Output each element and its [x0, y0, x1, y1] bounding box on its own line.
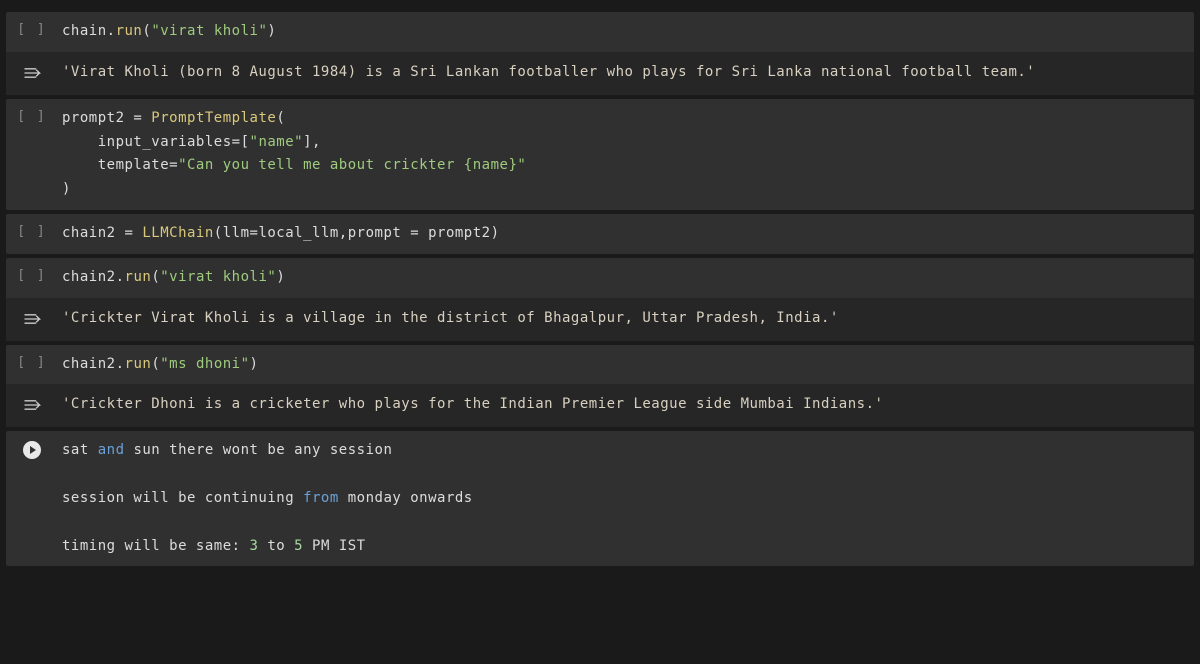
code-cell[interactable]: [ ] chain2.run("virat kholi") 'Crickter … [6, 258, 1194, 341]
output-indicator [16, 307, 48, 333]
output-indicator [16, 61, 48, 87]
code-input[interactable]: sat and sun there wont be any session se… [62, 439, 1184, 558]
bracket-icon: [ ] [17, 22, 46, 37]
play-icon [23, 441, 41, 459]
bracket-icon: [ ] [17, 268, 46, 283]
execution-indicator[interactable]: [ ] [16, 353, 48, 370]
code-input[interactable]: chain.run("virat kholi") [62, 20, 1184, 44]
code-input[interactable]: chain2.run("ms dhoni") [62, 353, 1184, 377]
bracket-icon: [ ] [17, 355, 46, 370]
code-cell-active[interactable]: sat and sun there wont be any session se… [6, 431, 1194, 566]
output-indicator [16, 393, 48, 419]
cell-output: 'Crickter Virat Kholi is a village in th… [62, 307, 1184, 331]
code-cell[interactable]: [ ] chain2 = LLMChain(llm=local_llm,prom… [6, 214, 1194, 254]
execution-indicator[interactable]: [ ] [16, 222, 48, 239]
code-cell[interactable]: [ ] chain.run("virat kholi") 'Virat Khol… [6, 12, 1194, 95]
code-input[interactable]: chain2 = LLMChain(llm=local_llm,prompt =… [62, 222, 1184, 246]
code-input[interactable]: chain2.run("virat kholi") [62, 266, 1184, 290]
execution-indicator[interactable]: [ ] [16, 20, 48, 37]
code-cell[interactable]: [ ] chain2.run("ms dhoni") 'Crickter Dho… [6, 345, 1194, 428]
bracket-icon: [ ] [17, 109, 46, 124]
execution-indicator[interactable]: [ ] [16, 107, 48, 124]
execution-indicator[interactable]: [ ] [16, 266, 48, 283]
cell-output: 'Virat Kholi (born 8 August 1984) is a S… [62, 61, 1184, 85]
cell-output: 'Crickter Dhoni is a cricketer who plays… [62, 393, 1184, 417]
code-cell[interactable]: [ ] prompt2 = PromptTemplate( input_vari… [6, 99, 1194, 210]
output-arrow-icon [22, 395, 42, 419]
run-cell-button[interactable] [16, 439, 48, 459]
code-input[interactable]: prompt2 = PromptTemplate( input_variable… [62, 107, 1184, 202]
bracket-icon: [ ] [17, 224, 46, 239]
output-arrow-icon [22, 63, 42, 87]
output-arrow-icon [22, 309, 42, 333]
